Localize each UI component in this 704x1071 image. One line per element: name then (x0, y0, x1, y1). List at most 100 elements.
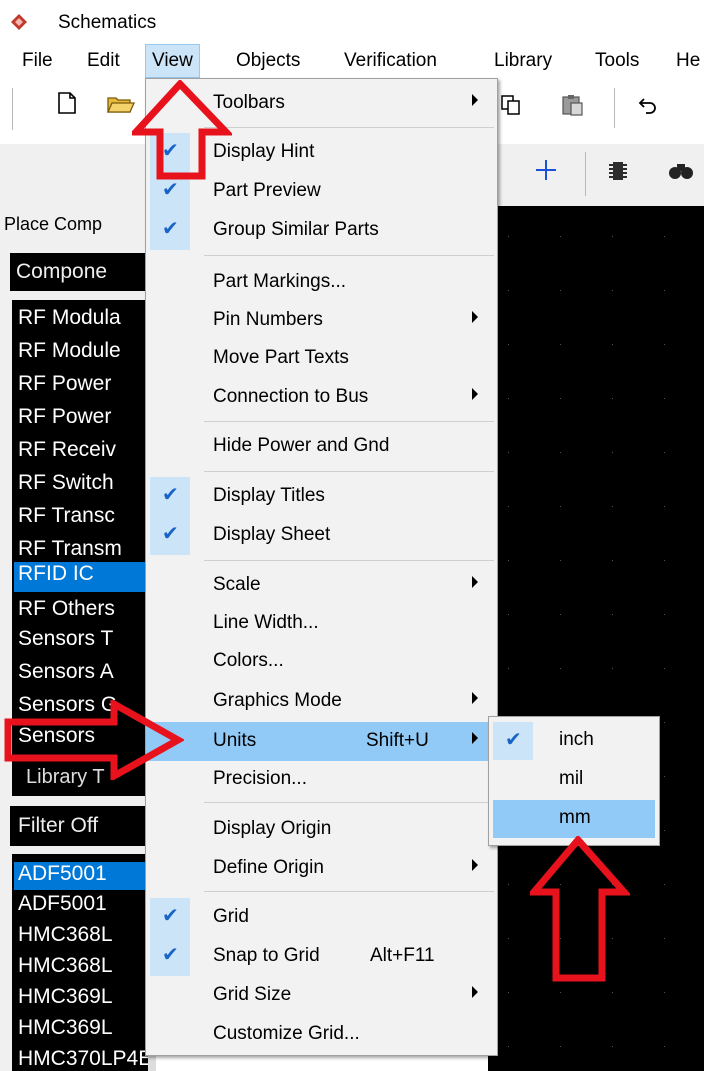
crosshair-add-icon[interactable] (534, 158, 558, 182)
menu-item-label: Pin Numbers (213, 309, 323, 330)
part-item[interactable]: HMC368L (18, 923, 113, 947)
menu-item-customize-grid[interactable]: Customize Grid... (146, 1015, 497, 1054)
menu-edit[interactable]: Edit (87, 50, 120, 72)
grid-dot (612, 236, 613, 237)
menu-item-label: Grid Size (213, 984, 292, 1005)
menu-verification[interactable]: Verification (344, 50, 437, 72)
part-item[interactable]: HMC370LP4E (18, 1047, 152, 1071)
menu-item-hide-power-gnd[interactable]: Hide Power and Gnd (146, 427, 497, 466)
grid-dot (664, 776, 665, 777)
grid-dot (560, 992, 561, 993)
list-item[interactable]: RF Modula (18, 306, 121, 330)
part-list[interactable]: ADF5001 ADF5001 HMC368L HMC368L HMC369L … (12, 854, 152, 1071)
menu-item-display-titles[interactable]: ✔ Display Titles (146, 477, 497, 516)
units-item-mm[interactable]: mm (493, 800, 655, 838)
grid-dot (664, 668, 665, 669)
menu-view[interactable]: View (145, 44, 200, 78)
part-item[interactable]: HMC369L (18, 985, 113, 1009)
grid-dot (664, 452, 665, 453)
title-bar: Schematics (0, 0, 704, 44)
part-item[interactable]: HMC369L (18, 1016, 113, 1040)
list-item-selected[interactable]: RFID IC (14, 562, 148, 592)
menu-item-group-similar-parts[interactable]: ✔ Group Similar Parts (146, 211, 497, 250)
submenu-arrow-icon (472, 986, 478, 998)
menu-item-line-width[interactable]: Line Width... (146, 604, 497, 643)
grid-dot (508, 398, 509, 399)
find-binoculars-icon[interactable] (668, 160, 694, 180)
annotation-arrow-up-view (132, 80, 232, 180)
paste-icon[interactable] (560, 94, 584, 116)
grid-dot (664, 290, 665, 291)
menu-tools[interactable]: Tools (595, 50, 639, 72)
menu-item-precision[interactable]: Precision... (146, 760, 497, 799)
menu-item-snap-to-grid[interactable]: ✔ Snap to Grid Alt+F11 (146, 937, 497, 976)
new-file-icon[interactable] (58, 92, 76, 114)
menu-item-move-part-texts[interactable]: Move Part Texts (146, 339, 497, 378)
menu-item-grid-size[interactable]: Grid Size (146, 976, 497, 1015)
menu-item-define-origin[interactable]: Define Origin (146, 849, 497, 888)
grid-dot (560, 290, 561, 291)
checkmark-icon: ✔ (150, 937, 190, 976)
grid-dot (560, 236, 561, 237)
menu-item-colors[interactable]: Colors... (146, 642, 497, 681)
menu-objects[interactable]: Objects (236, 50, 300, 72)
checkmark-icon: ✔ (150, 898, 190, 937)
units-item-label: inch (559, 729, 594, 750)
menu-item-scale[interactable]: Scale (146, 566, 497, 605)
menu-item-pin-numbers[interactable]: Pin Numbers (146, 301, 497, 340)
list-item[interactable]: RF Switch (18, 471, 114, 495)
grid-dot (612, 614, 613, 615)
component-category-list[interactable]: RF Modula RF Module RF Power RF Power RF… (12, 300, 148, 760)
menu-item-label: Snap to Grid (213, 945, 320, 966)
part-item[interactable]: ADF5001 (18, 892, 107, 916)
list-item[interactable]: RF Others (18, 597, 115, 621)
menu-library[interactable]: Library (494, 50, 552, 72)
menu-file[interactable]: File (22, 50, 53, 72)
submenu-arrow-icon (472, 692, 478, 704)
submenu-arrow-icon (472, 388, 478, 400)
grid-dot (664, 830, 665, 831)
menu-item-label: Group Similar Parts (213, 219, 379, 240)
menu-item-label: Part Preview (213, 180, 321, 201)
menu-item-grid[interactable]: ✔ Grid (146, 898, 497, 937)
component-category-header[interactable]: Compone (10, 253, 148, 291)
list-item[interactable]: RF Power (18, 405, 111, 429)
grid-dot (508, 344, 509, 345)
list-item[interactable]: Sensors A (18, 660, 114, 684)
copy-icon[interactable] (500, 94, 522, 116)
menu-item-connection-to-bus[interactable]: Connection to Bus (146, 378, 497, 417)
menu-item-part-markings[interactable]: Part Markings... (146, 263, 497, 302)
list-item[interactable]: RF Receiv (18, 438, 116, 462)
menu-item-graphics-mode[interactable]: Graphics Mode (146, 682, 497, 721)
list-item[interactable]: RF Transc (18, 504, 115, 528)
grid-dot (508, 992, 509, 993)
grid-dot (560, 506, 561, 507)
filter-header[interactable]: Filter Off (10, 806, 148, 846)
units-item-inch[interactable]: ✔ inch (493, 722, 655, 760)
list-item[interactable]: RF Power (18, 372, 111, 396)
units-item-mil[interactable]: mil (493, 761, 655, 799)
menu-help[interactable]: He (676, 50, 700, 72)
grid-dot (508, 668, 509, 669)
grid-dot (664, 344, 665, 345)
list-item[interactable]: RF Module (18, 339, 121, 363)
grid-dot (560, 668, 561, 669)
menu-item-shortcut: Shift+U (366, 730, 429, 751)
grid-dot (508, 290, 509, 291)
app-logo-icon (11, 14, 27, 30)
grid-dot (508, 884, 509, 885)
component-chip-icon[interactable] (608, 160, 628, 182)
list-item[interactable]: RF Transm (18, 537, 122, 561)
menu-item-display-sheet[interactable]: ✔ Display Sheet (146, 516, 497, 555)
list-item[interactable]: Sensors T (18, 627, 113, 651)
grid-dot (664, 938, 665, 939)
undo-icon[interactable] (638, 96, 658, 114)
grid-dot (664, 236, 665, 237)
grid-dot (560, 452, 561, 453)
part-item-selected[interactable]: ADF5001 (14, 862, 148, 890)
menu-item-units[interactable]: Units Shift+U (146, 722, 497, 761)
menu-item-display-origin[interactable]: Display Origin (146, 810, 497, 849)
grid-dot (560, 398, 561, 399)
grid-dot (612, 506, 613, 507)
part-item[interactable]: HMC368L (18, 954, 113, 978)
